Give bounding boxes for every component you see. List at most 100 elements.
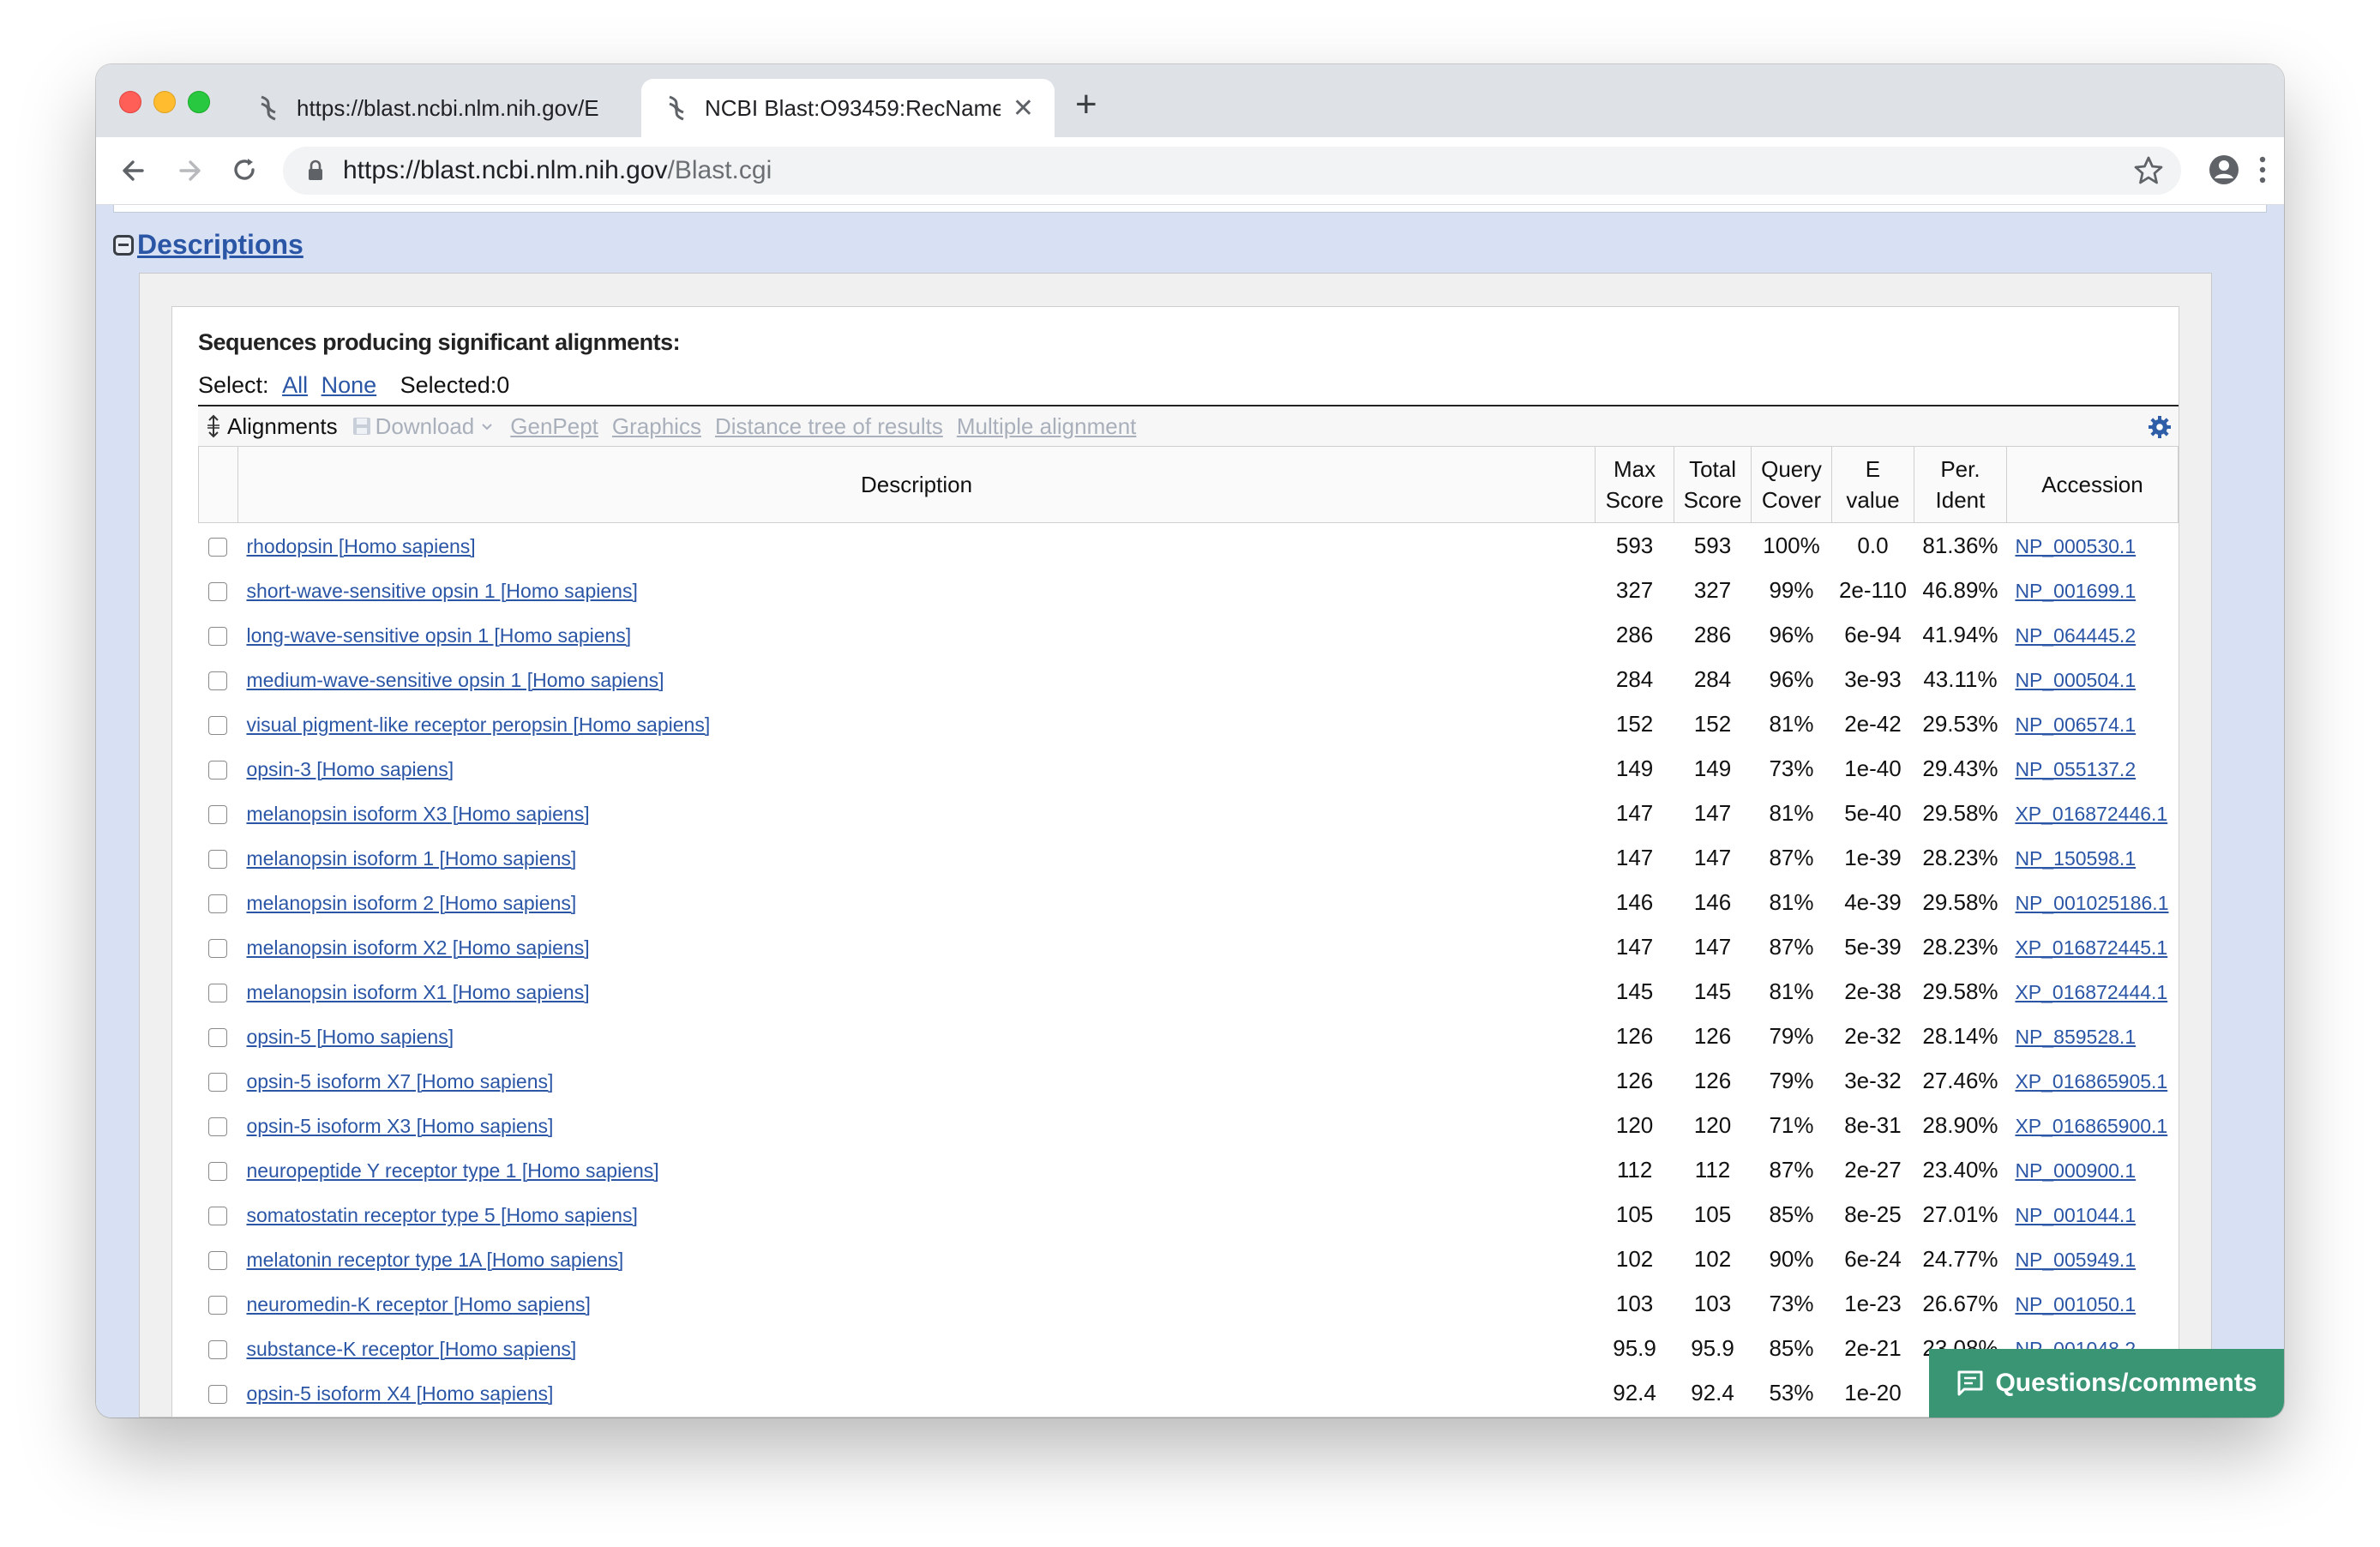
accession-link[interactable]: NP_064445.2 [2015, 624, 2136, 647]
accession-link[interactable]: NP_005949.1 [2015, 1249, 2136, 1271]
row-checkbox[interactable] [208, 1117, 228, 1136]
genpept-link[interactable]: GenPept [510, 413, 598, 440]
gear-icon[interactable] [2148, 415, 2172, 439]
row-checkbox[interactable] [208, 849, 228, 869]
address-bar[interactable]: https://blast.ncbi.nlm.nih.gov/Blast.cgi [283, 147, 2181, 195]
description-link[interactable]: rhodopsin [Homo sapiens] [246, 535, 475, 557]
column-header-evalue[interactable]: Evalue [1830, 446, 1914, 523]
description-link[interactable]: opsin-5 isoform X4 [Homo sapiens] [246, 1382, 553, 1405]
description-link[interactable]: substance-K receptor [Homo sapiens] [246, 1338, 576, 1360]
row-checkbox[interactable] [208, 1072, 228, 1092]
description-cell: long-wave-sensitive opsin 1 [Homo sapien… [237, 612, 1595, 657]
description-link[interactable]: medium-wave-sensitive opsin 1 [Homo sapi… [246, 669, 664, 691]
collapse-minus-icon[interactable] [113, 234, 134, 256]
row-checkbox[interactable] [208, 804, 228, 824]
description-link[interactable]: melanopsin isoform X1 [Homo sapiens] [246, 981, 589, 1003]
accession-link[interactable]: NP_000530.1 [2015, 535, 2136, 557]
accession-link[interactable]: NP_001044.1 [2015, 1204, 2136, 1226]
description-link[interactable]: melanopsin isoform X3 [Homo sapiens] [246, 803, 589, 825]
table-row: substance-K receptor [Homo sapiens] 95.9 9… [199, 1326, 2179, 1370]
close-window-button[interactable] [119, 91, 141, 113]
graphics-link[interactable]: Graphics [612, 413, 701, 440]
multiple-alignment-link[interactable]: Multiple alignment [957, 413, 1137, 440]
description-link[interactable]: melanopsin isoform 1 [Homo sapiens] [246, 847, 576, 870]
accession-cell: XP_016872446.1 [2006, 791, 2178, 835]
browser-menu-icon[interactable] [2250, 149, 2275, 190]
row-checkbox[interactable] [208, 1027, 228, 1047]
row-checkbox[interactable] [208, 1206, 228, 1225]
description-cell: melanopsin isoform 2 [Homo sapiens] [237, 880, 1595, 924]
accession-link[interactable]: NP_006574.1 [2015, 713, 2136, 736]
select-none-link[interactable]: None [322, 372, 377, 398]
description-link[interactable]: melanopsin isoform X2 [Homo sapiens] [246, 936, 589, 959]
column-header-accession[interactable]: Accession [2005, 446, 2179, 523]
description-link[interactable]: opsin-5 isoform X3 [Homo sapiens] [246, 1115, 553, 1137]
accession-link[interactable]: NP_001025186.1 [2015, 892, 2168, 914]
accession-link[interactable]: NP_150598.1 [2015, 847, 2136, 870]
row-checkbox[interactable] [208, 1339, 228, 1359]
column-header-description[interactable]: Description [237, 446, 1596, 523]
back-arrow-icon[interactable] [115, 151, 154, 190]
row-checkbox[interactable] [208, 894, 228, 913]
row-checkbox[interactable] [208, 1295, 228, 1315]
description-link[interactable]: neuropeptide Y receptor type 1 [Homo sap… [246, 1159, 658, 1182]
accession-link[interactable]: NP_000504.1 [2015, 669, 2136, 691]
minimize-window-button[interactable] [153, 91, 176, 113]
alignments-link[interactable]: Alignments [227, 413, 338, 440]
description-link[interactable]: long-wave-sensitive opsin 1 [Homo sapien… [246, 624, 631, 647]
description-link[interactable]: opsin-5 [Homo sapiens] [246, 1026, 454, 1048]
description-link[interactable]: opsin-5 isoform X7 [Homo sapiens] [246, 1070, 553, 1093]
row-checkbox[interactable] [208, 537, 228, 557]
row-checkbox[interactable] [208, 760, 228, 780]
accession-cell: NP_005949.1 [2006, 1237, 2178, 1281]
questions-comments-button[interactable]: Questions/comments [1929, 1349, 2284, 1418]
description-link[interactable]: somatostatin receptor type 5 [Homo sapie… [246, 1204, 637, 1226]
description-link[interactable]: neuromedin-K receptor [Homo sapiens] [246, 1293, 590, 1315]
row-checkbox[interactable] [208, 626, 228, 646]
accession-link[interactable]: XP_016865900.1 [2015, 1115, 2167, 1137]
accession-link[interactable]: NP_859528.1 [2015, 1026, 2136, 1048]
description-link[interactable]: melanopsin isoform 2 [Homo sapiens] [246, 892, 576, 914]
accession-link[interactable]: XP_016872446.1 [2015, 803, 2167, 825]
tab-close-icon[interactable]: ✕ [1013, 93, 1034, 123]
description-link[interactable]: visual pigment-like receptor peropsin [H… [246, 713, 710, 736]
column-header-max-score[interactable]: Max Score [1595, 446, 1675, 523]
row-checkbox[interactable] [208, 671, 228, 690]
tab-blast-2[interactable]: NCBI Blast:O93459:RecName: ✕ [641, 79, 1055, 137]
description-link[interactable]: opsin-3 [Homo sapiens] [246, 758, 454, 780]
row-checkbox[interactable] [208, 1161, 228, 1181]
column-header-per-ident[interactable]: Per. Ident [1913, 446, 2007, 523]
column-header-query-cover[interactable]: Query Cover [1751, 446, 1832, 523]
bookmark-star-icon[interactable] [2131, 153, 2166, 188]
row-checkbox[interactable] [208, 983, 228, 1002]
distance-tree-link[interactable]: Distance tree of results [715, 413, 943, 440]
accession-link[interactable]: NP_001699.1 [2015, 580, 2136, 602]
description-link[interactable]: short-wave-sensitive opsin 1 [Homo sapie… [246, 580, 637, 602]
new-tab-button[interactable]: + [1075, 83, 1097, 126]
row-checkbox[interactable] [208, 1384, 228, 1404]
maximize-window-button[interactable] [188, 91, 210, 113]
forward-arrow-icon[interactable] [170, 151, 209, 190]
row-checkbox[interactable] [208, 715, 228, 735]
row-checkbox[interactable] [208, 581, 228, 601]
query-cover-cell: 96% [1769, 621, 1814, 647]
descriptions-header[interactable]: Descriptions [113, 229, 304, 261]
descriptions-toggle-link[interactable]: Descriptions [137, 229, 304, 261]
evalue-cell: 8e-25 [1844, 1201, 1902, 1227]
select-all-link[interactable]: All [282, 372, 308, 398]
download-menu[interactable]: Download [376, 413, 475, 440]
max-score-cell: 112 [1616, 1156, 1653, 1183]
accession-link[interactable]: XP_016872445.1 [2015, 936, 2167, 959]
reload-icon[interactable] [225, 151, 264, 190]
profile-avatar-icon[interactable] [2203, 149, 2245, 190]
accession-link[interactable]: NP_000900.1 [2015, 1159, 2136, 1182]
description-link[interactable]: melatonin receptor type 1A [Homo sapiens… [246, 1249, 623, 1271]
accession-link[interactable]: XP_016865905.1 [2015, 1070, 2167, 1093]
accession-link[interactable]: NP_001050.1 [2015, 1293, 2136, 1315]
url-path: /Blast.cgi [667, 156, 772, 184]
row-checkbox[interactable] [208, 1250, 228, 1270]
accession-link[interactable]: XP_016872444.1 [2015, 981, 2167, 1003]
row-checkbox[interactable] [208, 938, 228, 958]
column-header-total-score[interactable]: Total Score [1674, 446, 1752, 523]
accession-link[interactable]: NP_055137.2 [2015, 758, 2136, 780]
